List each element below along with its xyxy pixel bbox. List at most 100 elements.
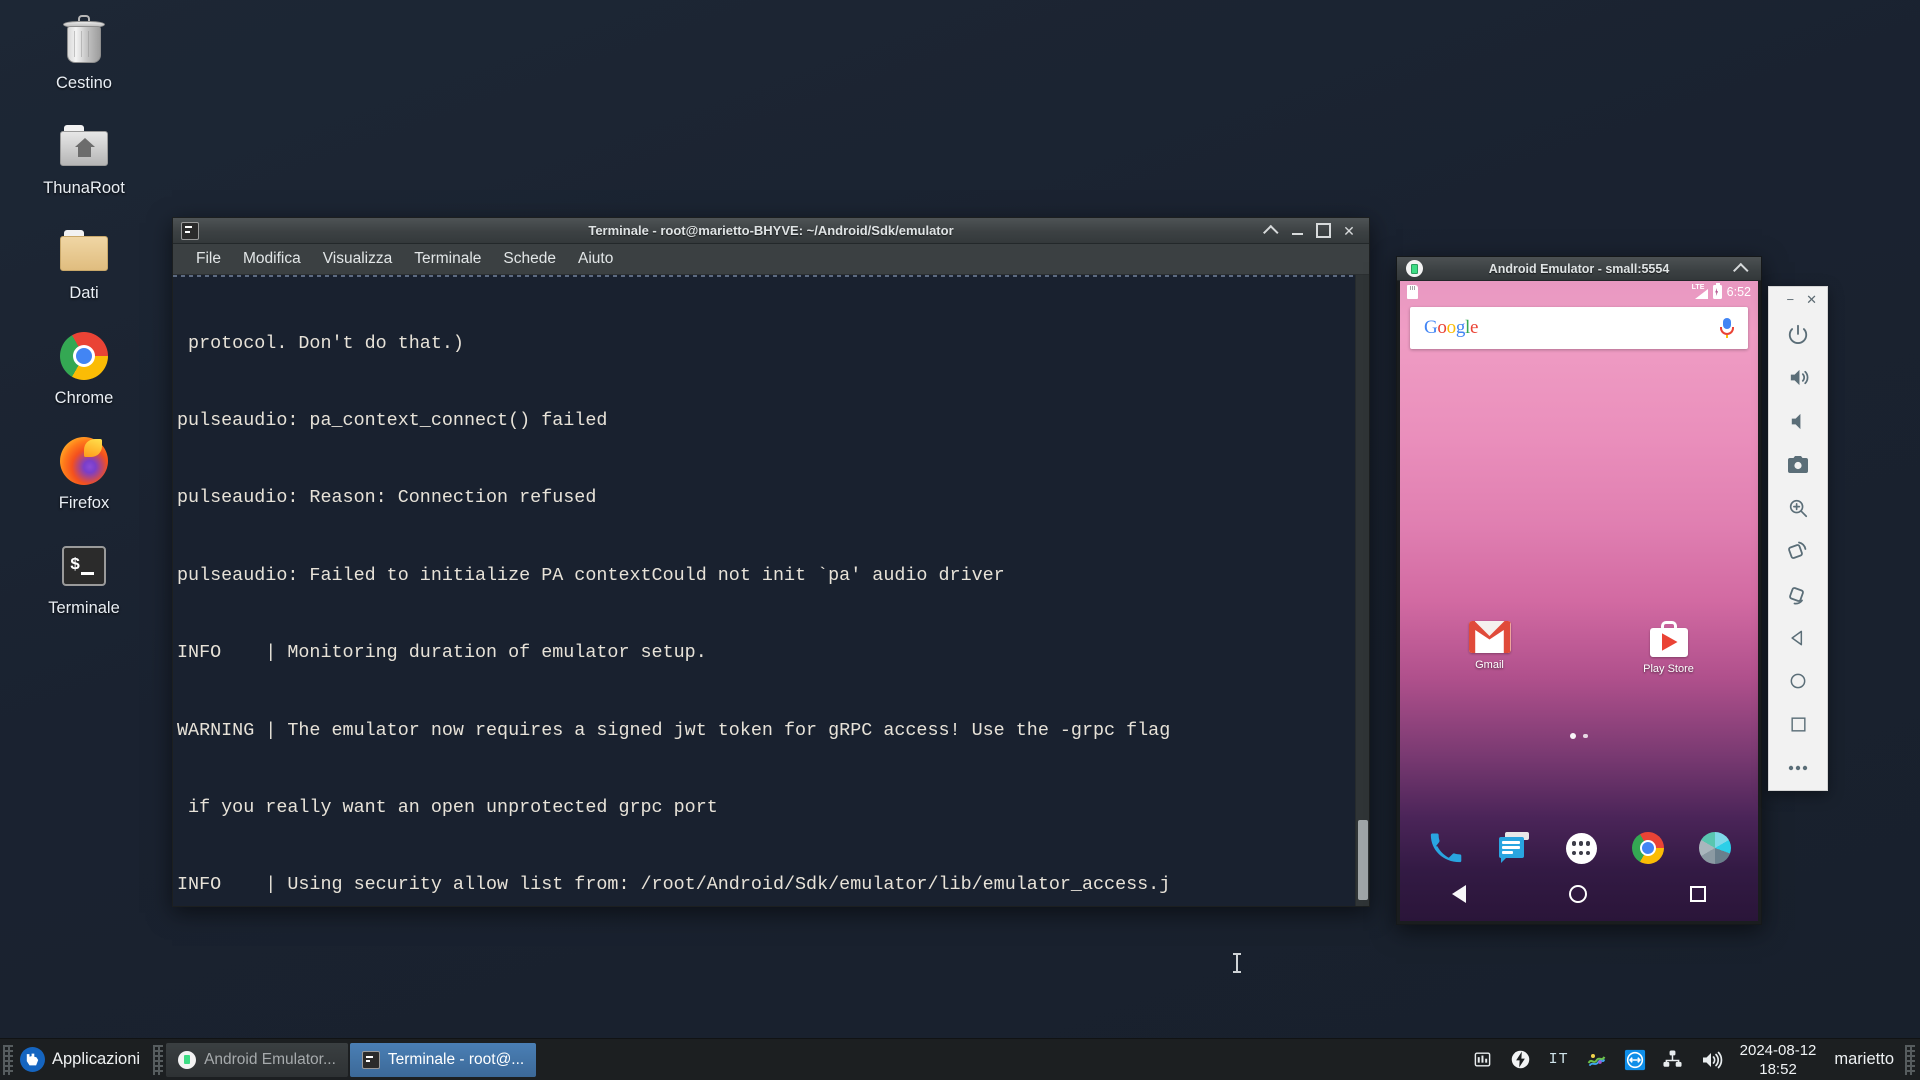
power-icon[interactable] <box>1769 313 1827 356</box>
close-button[interactable] <box>1341 223 1357 239</box>
terminal-scrollback-divider <box>173 275 1355 277</box>
terminal-icon <box>361 1050 380 1069</box>
terminal-line: protocol. Don't do that.) <box>177 332 464 354</box>
page-dot-active[interactable] <box>1570 733 1577 739</box>
camera-icon[interactable] <box>1769 443 1827 486</box>
terminal-line: INFO | Monitoring duration of emulator s… <box>177 642 707 664</box>
power-manager-icon[interactable] <box>1502 1039 1540 1080</box>
home-folder-icon <box>57 119 111 173</box>
terminal-titlebar[interactable]: Terminale - root@marietto-BHYVE: ~/Andro… <box>173 218 1369 244</box>
shade-button[interactable] <box>1263 223 1279 239</box>
desktop-icon-thunaroot[interactable]: ThunaRoot <box>24 119 144 198</box>
app-label: Play Store <box>1643 663 1694 675</box>
username-label: marietto <box>1834 1050 1894 1068</box>
desktop: Cestino ThunaRoot Dati Chrome Firefox $ <box>0 0 1920 1080</box>
system-tray: IT 2024-08-12 18:52 marietto <box>1464 1039 1920 1080</box>
teamviewer-icon[interactable] <box>1616 1039 1654 1080</box>
emulator-titlebar[interactable]: Android Emulator - small:5554 <box>1397 257 1761 281</box>
taskbar-item-label: Terminale - root@... <box>387 1050 525 1068</box>
emulator-window-controls <box>1733 261 1757 277</box>
desktop-icon-chrome[interactable]: Chrome <box>24 329 144 408</box>
minimize-button[interactable] <box>1289 223 1305 239</box>
minimize-button[interactable]: − <box>1787 293 1795 306</box>
status-bar-clock: 6:52 <box>1726 285 1751 299</box>
tray-handle[interactable] <box>1905 1044 1915 1075</box>
circle-home-icon[interactable] <box>1568 885 1587 903</box>
shade-button[interactable] <box>1733 261 1749 277</box>
taskbar-item-label: Android Emulator... <box>204 1050 336 1068</box>
desktop-icon-firefox[interactable]: Firefox <box>24 434 144 513</box>
panel-handle[interactable] <box>3 1044 13 1075</box>
volume-up-icon[interactable] <box>1769 356 1827 399</box>
microphone-icon[interactable] <box>1720 318 1734 338</box>
menu-terminale[interactable]: Terminale <box>403 246 492 272</box>
clock-date: 2024-08-12 <box>1739 1041 1817 1059</box>
desktop-icon-label: Cestino <box>56 74 112 92</box>
app-icon-play-store[interactable]: Play Store <box>1579 621 1758 675</box>
tasklist-handle[interactable] <box>153 1044 164 1075</box>
square-recents-icon[interactable] <box>1690 886 1707 902</box>
desktop-icon-terminale[interactable]: $ Terminale <box>24 539 144 618</box>
page-dot[interactable] <box>1583 733 1588 739</box>
phone-icon[interactable] <box>1428 831 1462 865</box>
terminal-title-text: Terminale - root@marietto-BHYVE: ~/Andro… <box>588 223 954 238</box>
terminal-window[interactable]: Terminale - root@marietto-BHYVE: ~/Andro… <box>172 217 1370 973</box>
android-icon <box>178 1050 197 1069</box>
terminal-window-controls <box>1263 223 1365 239</box>
app-drawer-icon[interactable] <box>1565 832 1597 864</box>
maximize-button[interactable] <box>1315 223 1331 239</box>
terminal-line: pulseaudio: pa_context_connect() failed <box>177 409 608 431</box>
rotate-left-icon[interactable] <box>1769 530 1827 573</box>
menu-aiuto[interactable]: Aiuto <box>567 246 624 272</box>
home-page-indicator <box>1400 733 1758 739</box>
volume-icon[interactable] <box>1692 1039 1730 1080</box>
network-icon[interactable] <box>1654 1039 1692 1080</box>
gmail-icon <box>1468 621 1511 653</box>
desktop-icon-label: Dati <box>69 284 99 302</box>
volume-down-icon[interactable] <box>1769 399 1827 442</box>
google-search-bar[interactable]: Google <box>1410 307 1748 349</box>
terminal-icon <box>181 221 199 240</box>
desktop-icon-cestino[interactable]: Cestino <box>24 14 144 93</box>
applications-menu-button[interactable]: Applicazioni <box>16 1039 150 1080</box>
keyboard-layout-label: IT <box>1548 1051 1569 1068</box>
triangle-back-icon[interactable] <box>1451 885 1466 903</box>
square-recents-icon[interactable] <box>1769 703 1827 746</box>
menu-file[interactable]: File <box>185 246 232 272</box>
circle-home-icon[interactable] <box>1769 660 1827 703</box>
desktop-icon-label: Firefox <box>58 494 110 512</box>
menu-schede[interactable]: Schede <box>492 246 567 272</box>
desktop-icon-dati[interactable]: Dati <box>24 224 144 303</box>
menu-modifica[interactable]: Modifica <box>232 246 312 272</box>
close-button[interactable]: ✕ <box>1806 293 1817 306</box>
terminal-scrollbar[interactable] <box>1355 275 1369 906</box>
xfce-icon[interactable] <box>1578 1039 1616 1080</box>
terminal-line: INFO | Using security allow list from: /… <box>177 874 1171 896</box>
signal-bars-icon: LTE <box>1692 284 1708 299</box>
folder-icon <box>57 224 111 278</box>
camera-icon[interactable] <box>1698 832 1731 864</box>
keyboard-layout-icon[interactable]: IT <box>1540 1039 1578 1080</box>
app-icon-gmail[interactable]: Gmail <box>1400 621 1579 675</box>
taskbar-item-terminale[interactable]: Terminale - root@... <box>349 1042 537 1077</box>
desktop-icon-label: Chrome <box>54 389 114 407</box>
terminal-line: if you really want an open unprotected g… <box>177 796 718 818</box>
chrome-icon[interactable] <box>1631 832 1664 864</box>
more-dots-icon[interactable] <box>1769 747 1827 790</box>
terminal-body[interactable]: protocol. Don't do that.) pulseaudio: pa… <box>173 275 1369 973</box>
triangle-back-icon[interactable] <box>1769 616 1827 659</box>
cpu-graph-icon[interactable] <box>1464 1039 1502 1080</box>
taskbar-item-android-emulator[interactable]: Android Emulator... <box>166 1042 348 1077</box>
scrollbar-thumb[interactable] <box>1358 820 1368 900</box>
menu-visualizza[interactable]: Visualizza <box>312 246 404 272</box>
zoom-in-icon[interactable] <box>1769 486 1827 529</box>
emulator-screen[interactable]: LTE 6:52 Google Gmail Play Store <box>1397 281 1761 924</box>
messages-icon[interactable] <box>1497 831 1531 865</box>
home-screen-apps: Gmail Play Store <box>1400 621 1758 675</box>
terminal-menubar: File Modifica Visualizza Terminale Sched… <box>173 244 1369 275</box>
android-emulator-window[interactable]: Android Emulator - small:5554 LTE 6:52 G… <box>1396 256 1762 925</box>
emulator-toolbar-window-controls: − ✕ <box>1769 287 1827 313</box>
rotate-right-icon[interactable] <box>1769 573 1827 616</box>
clock[interactable]: 2024-08-12 18:52 <box>1730 1041 1827 1079</box>
android-nav-bar <box>1400 873 1758 915</box>
